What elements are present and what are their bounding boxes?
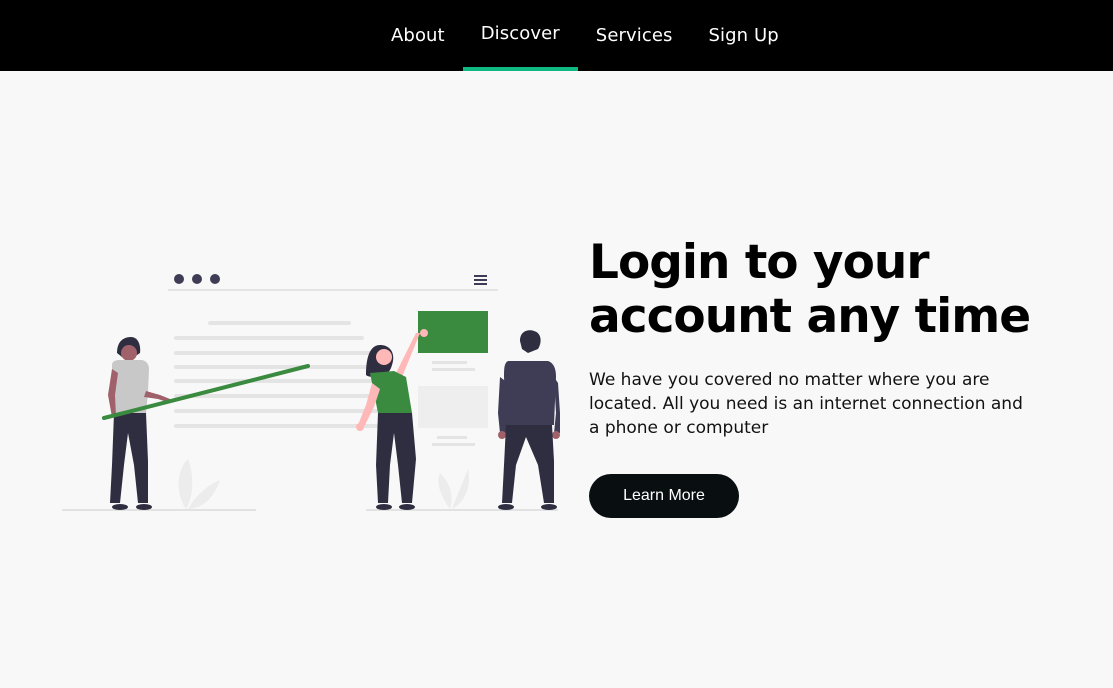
nav-menu: About Discover Services Sign Up [373, 0, 797, 71]
team-presentation-illustration [60, 265, 560, 515]
window-dot-1 [174, 274, 184, 284]
hero-title-line-1: Login to your [589, 235, 929, 290]
green-card [418, 311, 488, 353]
person-with-pointer [102, 337, 310, 510]
person-standing [498, 330, 560, 510]
nav-item-about[interactable]: About [373, 0, 463, 71]
nav-item-services[interactable]: Services [578, 0, 691, 71]
nav-item-sign-up[interactable]: Sign Up [691, 0, 797, 71]
window-dot-3 [210, 274, 220, 284]
hamburger-icon [474, 275, 487, 277]
top-navbar: About Discover Services Sign Up [0, 0, 1113, 71]
person-reaching [356, 329, 428, 510]
learn-more-button[interactable]: Learn More [589, 474, 739, 518]
window-dot-2 [192, 274, 202, 284]
nav-item-discover[interactable]: Discover [462, 0, 578, 71]
hero-title: Login to your account any time [589, 236, 1089, 344]
hero-description: We have you covered no matter where you … [589, 370, 1023, 438]
hero-title-line-2: account any time [589, 289, 1031, 344]
